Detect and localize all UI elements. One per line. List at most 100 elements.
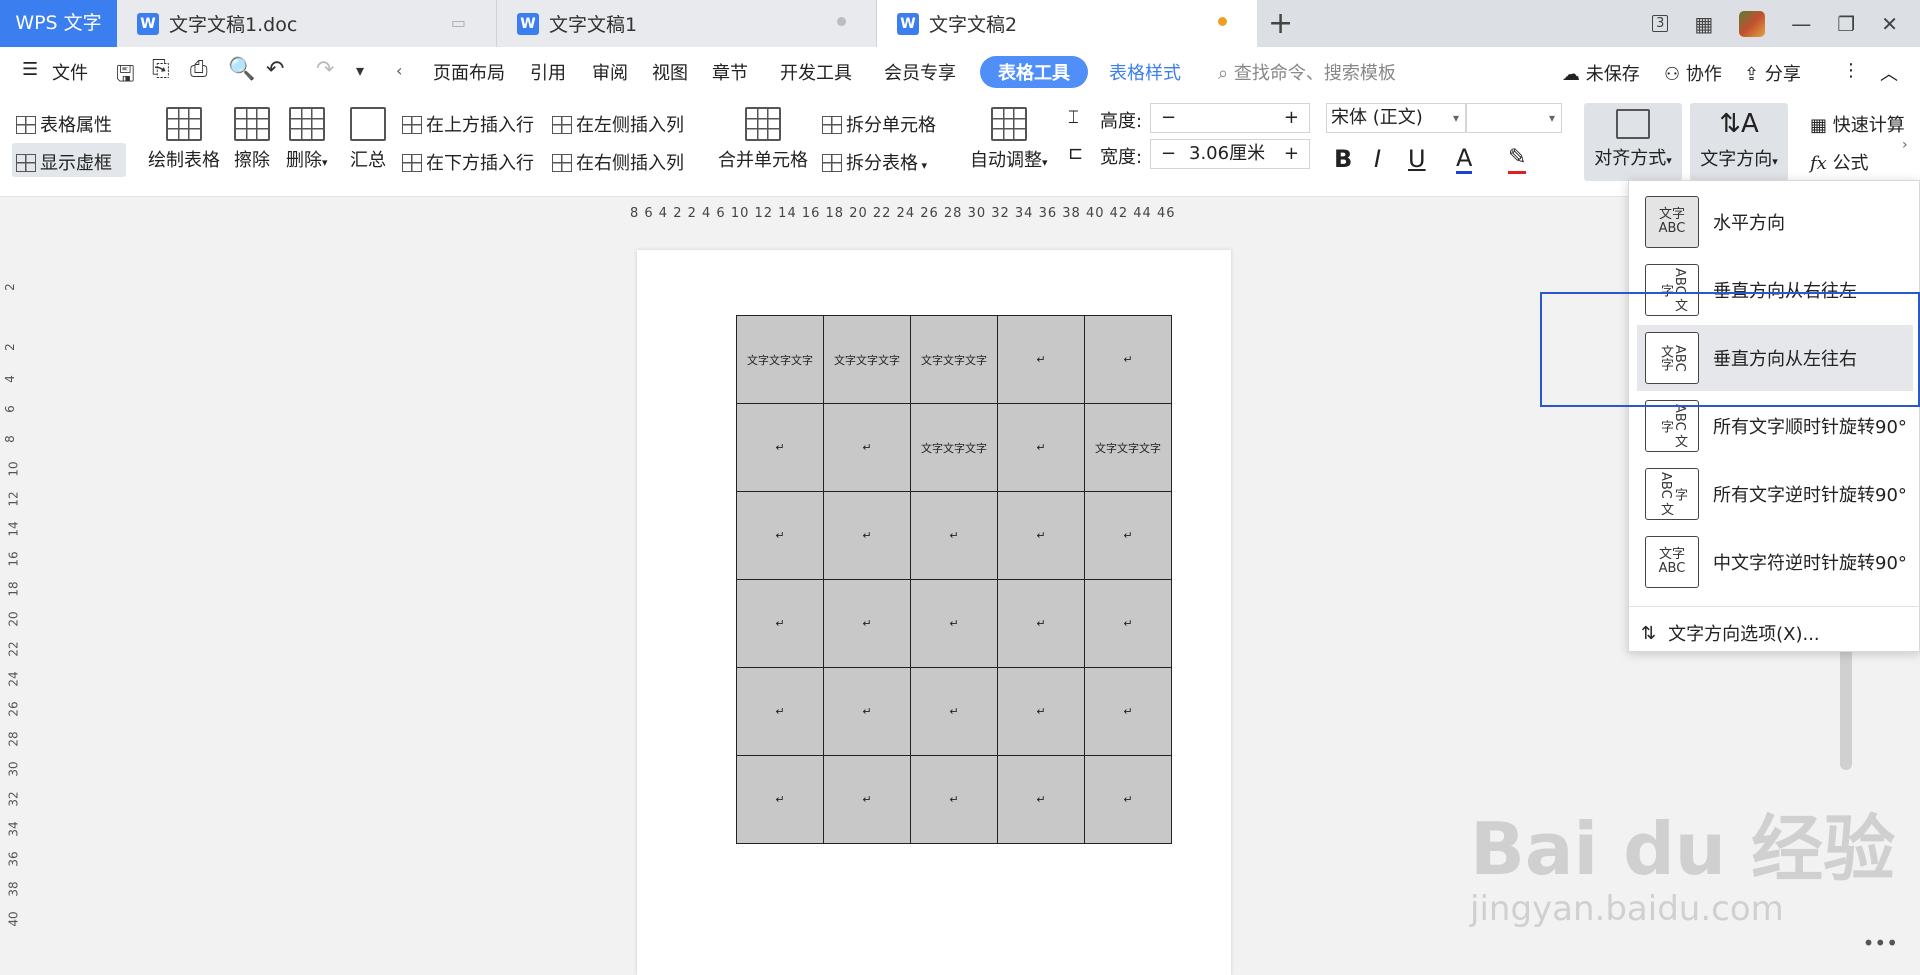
vertical-ruler[interactable]: 2 2 4 6 8 10 12 14 16 18 20 22 24 26 28 … xyxy=(0,260,24,975)
doc-tab-1[interactable]: W 文字文稿1.doc ▭ xyxy=(117,0,497,47)
table-cell[interactable]: ↵ xyxy=(910,667,998,756)
table-cell[interactable]: ↵ xyxy=(823,403,911,492)
split-cells-button[interactable]: 拆分单元格 xyxy=(822,111,936,137)
table-cell[interactable]: ↵ xyxy=(997,667,1085,756)
layout-switch-icon[interactable]: 3 xyxy=(1652,15,1669,32)
tab-table-tools[interactable]: 表格工具 xyxy=(980,56,1088,88)
table-cell[interactable]: 文字文字文字 xyxy=(736,315,824,404)
new-tab-button[interactable]: + xyxy=(1268,6,1293,41)
print-preview-icon[interactable]: 🔍 xyxy=(228,57,255,82)
highlight-pen-icon[interactable]: ✎ xyxy=(1508,145,1527,174)
merge-cells-button[interactable]: 合并单元格 xyxy=(718,107,808,172)
show-grid-toggle[interactable]: 显示虚框 xyxy=(16,149,112,175)
table-cell[interactable]: ↵ xyxy=(1084,491,1172,580)
height-field[interactable]: − + xyxy=(1150,103,1310,133)
doc-tab-3-active[interactable]: W 文字文稿2 xyxy=(877,0,1257,47)
table-cell[interactable]: ↵ xyxy=(823,667,911,756)
tab-table-style[interactable]: 表格样式 xyxy=(1109,59,1181,85)
table-cell[interactable]: ↵ xyxy=(1084,667,1172,756)
text-direction-options-item[interactable]: ⇅ 文字方向选项(X)... xyxy=(1641,613,1820,653)
table-cell[interactable]: ↵ xyxy=(736,403,824,492)
menu-item-cjk-rotate-ccw[interactable]: 文字 ABC 中文字符逆时针旋转90° xyxy=(1637,529,1913,595)
minimize-button[interactable]: — xyxy=(1791,12,1811,36)
table-cell[interactable]: ↵ xyxy=(823,755,911,844)
table-cell[interactable]: ↵ xyxy=(910,755,998,844)
table-cell[interactable]: ↵ xyxy=(736,579,824,668)
unsaved-button[interactable]: ☁ 未保存 xyxy=(1562,60,1640,86)
erase-button[interactable]: 擦除 xyxy=(234,107,270,172)
split-table-button[interactable]: 拆分表格 ▾ xyxy=(822,149,927,175)
collapse-ribbon-icon[interactable]: ︿ xyxy=(1880,60,1898,86)
auto-fit-button[interactable]: 自动调整▾ xyxy=(970,107,1048,172)
table-cell[interactable]: ↵ xyxy=(997,579,1085,668)
bold-button[interactable]: B xyxy=(1334,145,1352,173)
table-props-button[interactable]: 表格属性 xyxy=(16,111,112,137)
menu-review[interactable]: 审阅 xyxy=(592,59,628,85)
height-plus-button[interactable]: + xyxy=(1284,104,1299,132)
table-cell[interactable]: ↵ xyxy=(736,667,824,756)
menu-file[interactable]: 文件 xyxy=(52,59,88,85)
menu-view[interactable]: 视图 xyxy=(652,59,688,85)
horizontal-ruler[interactable]: 8 6 4 2 2 4 6 10 12 14 16 18 20 22 24 26… xyxy=(630,206,1176,222)
app-title[interactable]: WPS 文字 xyxy=(0,0,117,47)
underline-button[interactable]: U xyxy=(1408,145,1426,173)
table-cell[interactable]: ↵ xyxy=(997,403,1085,492)
more-options-icon[interactable]: ••• xyxy=(1863,931,1898,955)
close-button[interactable]: ✕ xyxy=(1881,12,1898,36)
font-select[interactable]: 宋体 (正文) ▾ xyxy=(1326,103,1466,133)
menu-developer[interactable]: 开发工具 xyxy=(780,59,852,85)
menu-item-horizontal[interactable]: 文字 ABC 水平方向 xyxy=(1637,189,1913,255)
formula-button[interactable]: fx 公式 xyxy=(1810,149,1869,175)
doc-tab-2[interactable]: W 文字文稿1 xyxy=(497,0,877,47)
export-pdf-icon[interactable]: ⎘ xyxy=(152,57,170,82)
hamburger-icon[interactable]: ☰ xyxy=(22,59,38,80)
summary-button[interactable]: 汇总 xyxy=(350,107,386,172)
quick-access-more-icon[interactable]: ▾ xyxy=(356,61,364,80)
menu-item-rotate-ccw[interactable]: ABC 文字 所有文字逆时针旋转90° xyxy=(1637,461,1913,527)
restore-button[interactable]: ❐ xyxy=(1837,12,1855,36)
insert-right-button[interactable]: 在右侧插入列 xyxy=(552,149,684,175)
insert-left-button[interactable]: 在左侧插入列 xyxy=(552,111,684,137)
print-icon[interactable]: ⎙ xyxy=(190,57,208,82)
table-cell[interactable]: 文字文字文字 xyxy=(910,403,998,492)
menu-page-layout[interactable]: 页面布局 xyxy=(433,59,505,85)
delete-button[interactable]: 删除▾ xyxy=(286,107,328,172)
ribbon-scroll-right-icon[interactable]: › xyxy=(1902,137,1908,153)
draw-table-button[interactable]: 绘制表格 xyxy=(148,107,220,172)
table-cell[interactable]: 文字文字文字 xyxy=(823,315,911,404)
table-cell[interactable]: 文字文字文字 xyxy=(910,315,998,404)
table-cell[interactable]: ↵ xyxy=(1084,755,1172,844)
document-table[interactable]: 文字文字文字 文字文字文字 文字文字文字 ↵ ↵ ↵ ↵ 文字文字文字 ↵ 文字… xyxy=(736,315,1172,844)
table-cell[interactable]: ↵ xyxy=(823,491,911,580)
table-cell[interactable]: ↵ xyxy=(997,315,1085,404)
quick-calc-button[interactable]: ▦ 快速计算 xyxy=(1810,111,1905,137)
table-cell[interactable]: ↵ xyxy=(910,491,998,580)
more-vertical-icon[interactable]: ⋮ xyxy=(1842,60,1860,81)
font-color-button[interactable]: A xyxy=(1456,145,1473,174)
table-cell[interactable]: ↵ xyxy=(1084,579,1172,668)
table-cell[interactable]: ↵ xyxy=(823,579,911,668)
avatar[interactable] xyxy=(1739,10,1766,37)
collab-button[interactable]: ⚇ 协作 xyxy=(1664,60,1722,86)
table-cell[interactable]: ↵ xyxy=(997,755,1085,844)
menu-references[interactable]: 引用 xyxy=(530,59,566,85)
table-cell[interactable]: ↵ xyxy=(1084,315,1172,404)
italic-button[interactable]: I xyxy=(1374,145,1381,173)
share-button[interactable]: ⇪ 分享 xyxy=(1744,60,1801,86)
menu-member[interactable]: 会员专享 xyxy=(884,59,956,85)
menu-chapter[interactable]: 章节 xyxy=(712,59,748,85)
width-plus-button[interactable]: + xyxy=(1284,140,1299,168)
undo-icon[interactable]: ↶ xyxy=(266,57,284,82)
width-field[interactable]: − 3.06厘米 + xyxy=(1150,139,1310,169)
table-cell[interactable]: ↵ xyxy=(736,755,824,844)
scroll-left-icon[interactable]: ‹ xyxy=(396,61,402,80)
text-direction-button[interactable]: ⇅A 文字方向▾ xyxy=(1694,109,1784,171)
insert-below-button[interactable]: 在下方插入行 xyxy=(402,149,534,175)
table-cell[interactable]: ↵ xyxy=(736,491,824,580)
table-cell[interactable]: ↵ xyxy=(910,579,998,668)
redo-icon[interactable]: ↷ xyxy=(316,57,334,82)
table-cell[interactable]: ↵ xyxy=(997,491,1085,580)
height-minus-button[interactable]: − xyxy=(1161,104,1176,132)
width-minus-button[interactable]: − xyxy=(1161,140,1176,168)
align-button[interactable]: 对齐方式▾ xyxy=(1588,109,1678,170)
